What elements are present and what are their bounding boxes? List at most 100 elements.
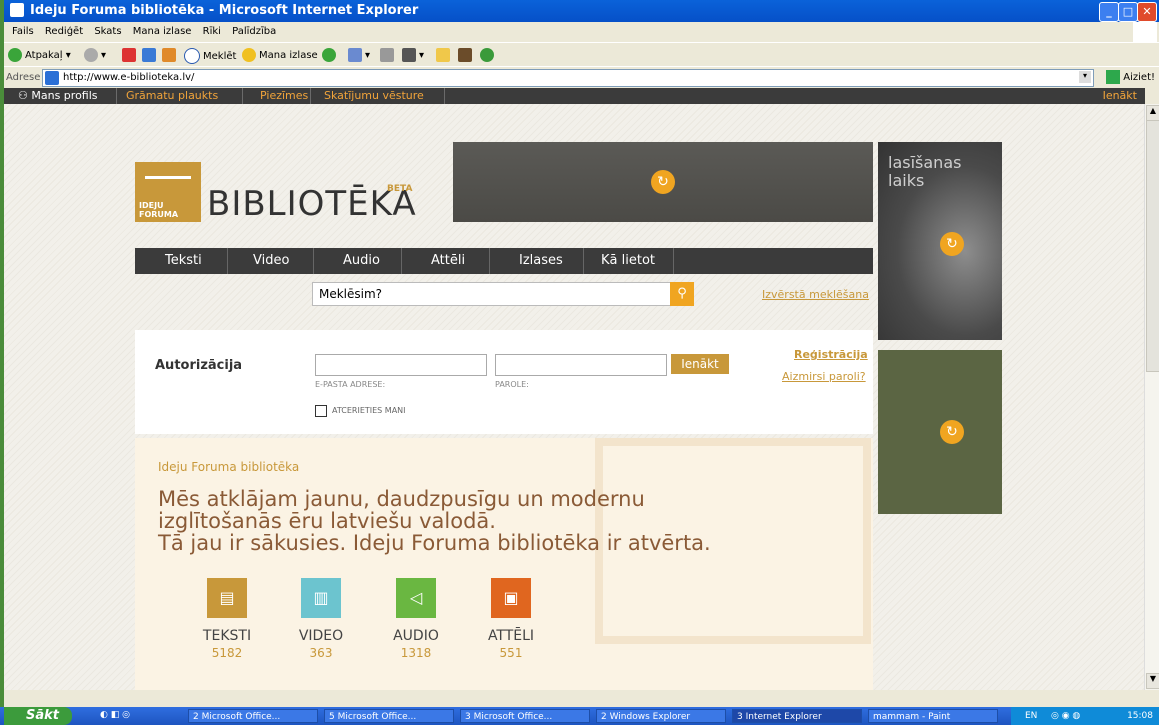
forgot-password-link[interactable]: Aizmirsi paroli?: [782, 370, 866, 383]
main-navigation: Teksti Video Audio Attēli Izlases Kā lie…: [135, 248, 873, 274]
scroll-thumb[interactable]: [1146, 120, 1159, 372]
nav-images[interactable]: Attēli: [431, 253, 465, 268]
refresh-icon: [142, 48, 156, 62]
separator: [116, 88, 117, 104]
search-icon: ⚲: [677, 286, 687, 301]
tray-icons[interactable]: ◎ ◉ ◍: [1051, 707, 1080, 725]
promo-section: Ideju Foruma bibliotēka Mēs atklājam jau…: [135, 438, 873, 690]
task-office-2[interactable]: 5 Microsoft Office...: [324, 709, 454, 723]
start-button[interactable]: Sākt: [4, 707, 72, 725]
category-audio[interactable]: ◁ AUDIO 1318: [376, 578, 456, 660]
login-button[interactable]: Ienākt: [671, 354, 729, 374]
task-office-3[interactable]: 3 Microsoft Office...: [460, 709, 590, 723]
promo-subtitle: Ideju Foruma bibliotēka: [158, 460, 300, 474]
stop-icon: [122, 48, 136, 62]
folder-icon: [436, 48, 450, 62]
address-field[interactable]: http://www.e-biblioteka.lv/ ▾: [42, 69, 1094, 87]
menu-file[interactable]: Fails: [12, 26, 34, 37]
refresh-button[interactable]: [142, 48, 159, 62]
notes-link[interactable]: Piezīmes: [260, 88, 308, 104]
folder-button[interactable]: [436, 48, 453, 62]
separator: [242, 88, 243, 104]
profile-link[interactable]: ⚇ Mans profils: [18, 88, 98, 104]
remember-me-checkbox[interactable]: [315, 405, 327, 417]
search-input[interactable]: Meklēsim?: [312, 282, 672, 306]
category-texts[interactable]: ▤ TEKSTI 5182: [187, 578, 267, 660]
star-icon: [242, 48, 256, 62]
close-button[interactable]: ✕: [1137, 2, 1157, 22]
maximize-button[interactable]: □: [1118, 2, 1138, 22]
back-arrow-icon: [8, 48, 22, 62]
nav-how-to[interactable]: Kā lietot: [601, 253, 655, 268]
password-label: PAROLE:: [495, 380, 529, 389]
advanced-search-link[interactable]: Izvērstā meklēšana: [762, 288, 869, 301]
print-button[interactable]: [380, 48, 397, 62]
home-icon: [162, 48, 176, 62]
messenger-icon: [480, 48, 494, 62]
forward-button[interactable]: ▾: [84, 48, 106, 62]
menu-tools[interactable]: Rīki: [203, 26, 221, 37]
research-button[interactable]: [458, 48, 475, 62]
separator: [310, 88, 311, 104]
scroll-up-icon[interactable]: ▲: [1146, 105, 1159, 121]
handwriting-banner[interactable]: ↻: [453, 142, 873, 222]
title-bar: Ideju Foruma bibliotēka - Microsoft Inte…: [4, 0, 1159, 22]
back-button[interactable]: Atpakaļ ▾: [8, 48, 71, 62]
side-promo-box[interactable]: ↻: [878, 350, 1002, 514]
password-field[interactable]: [495, 354, 667, 376]
menu-help[interactable]: Palīdzība: [232, 26, 276, 37]
scroll-down-icon[interactable]: ▼: [1146, 673, 1159, 689]
quick-launch-icons[interactable]: ◐ ◧ ◎: [100, 710, 130, 720]
dropdown-icon[interactable]: ▾: [1079, 71, 1091, 83]
nav-video[interactable]: Video: [253, 253, 289, 268]
taskbar: Sākt ◐ ◧ ◎ 2 Microsoft Office... 5 Micro…: [0, 707, 1159, 725]
task-internet-explorer[interactable]: 3 Internet Explorer: [732, 709, 862, 723]
system-tray: EN ◎ ◉ ◍ 15:08: [1011, 707, 1159, 725]
bookshelf-link[interactable]: Grāmatu plaukts: [126, 88, 218, 104]
home-button[interactable]: [162, 48, 179, 62]
separator: [489, 248, 490, 274]
email-field[interactable]: [315, 354, 487, 376]
task-paint[interactable]: mammam - Paint: [868, 709, 998, 723]
refresh-circle-icon[interactable]: ↻: [651, 170, 675, 194]
stop-button[interactable]: [122, 48, 139, 62]
clock: 15:08: [1127, 711, 1153, 721]
page-content: IDEJU FORUMA BIBLIOTĒKA BETA ↻ lasīšanas…: [4, 104, 1145, 690]
category-video[interactable]: ▥ VIDEO 363: [281, 578, 361, 660]
windows-logo-icon: [1133, 22, 1157, 42]
refresh-circle-icon[interactable]: ↻: [940, 420, 964, 444]
address-bar: Adrese http://www.e-biblioteka.lv/ ▾ Aiz…: [4, 66, 1159, 89]
favorites-button[interactable]: Mana izlase: [242, 48, 318, 62]
category-images[interactable]: ▣ ATTĒLI 551: [471, 578, 551, 660]
menu-edit[interactable]: Rediģēt: [45, 26, 83, 37]
history-button[interactable]: [322, 48, 339, 62]
refresh-circle-icon[interactable]: ↻: [940, 232, 964, 256]
go-button[interactable]: Aiziet!: [1106, 70, 1155, 84]
menu-favorites[interactable]: Mana izlase: [133, 26, 192, 37]
nav-audio[interactable]: Audio: [343, 253, 380, 268]
search-area: Meklēsim? ⚲ Izvērstā meklēšana: [135, 276, 873, 318]
search-button[interactable]: Meklēt: [184, 48, 236, 64]
menu-view[interactable]: Skats: [94, 26, 121, 37]
task-office-1[interactable]: 2 Microsoft Office...: [188, 709, 318, 723]
login-link[interactable]: Ienākt: [1103, 88, 1137, 104]
edit-button[interactable]: ▾: [402, 48, 424, 62]
messenger-button[interactable]: [480, 48, 497, 62]
search-button[interactable]: ⚲: [670, 282, 694, 306]
history-link[interactable]: Skatījumu vēsture: [324, 88, 424, 104]
ideju-foruma-logo[interactable]: IDEJU FORUMA: [135, 162, 201, 222]
nav-texts[interactable]: Teksti: [165, 253, 202, 268]
mail-button[interactable]: ▾: [348, 48, 370, 62]
reading-time-promo[interactable]: lasīšanas laiks ↻: [878, 142, 1002, 340]
beta-badge: BETA: [387, 184, 413, 194]
vertical-scrollbar[interactable]: ▲ ▼: [1144, 104, 1159, 690]
mail-icon: [348, 48, 362, 62]
separator: [313, 248, 314, 274]
language-indicator[interactable]: EN: [1025, 707, 1037, 725]
minimize-button[interactable]: _: [1099, 2, 1119, 22]
register-link[interactable]: Reģistrācija: [794, 348, 868, 361]
print-icon: [380, 48, 394, 62]
separator: [673, 248, 674, 274]
nav-collections[interactable]: Izlases: [519, 253, 563, 268]
task-explorer[interactable]: 2 Windows Explorer: [596, 709, 726, 723]
